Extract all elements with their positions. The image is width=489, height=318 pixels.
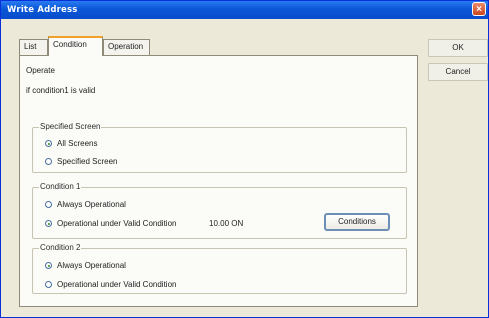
radio-off-icon	[45, 158, 52, 165]
condition1-group: Condition 1 Always Operational Operation…	[32, 182, 407, 239]
condition2-title: Condition 2	[39, 243, 82, 252]
radio-c2-valid-label: Operational under Valid Condition	[57, 280, 177, 289]
condition1-title: Condition 1	[39, 182, 82, 191]
close-icon[interactable]: ×	[472, 2, 486, 16]
title-bar[interactable]: Write Address ×	[1, 1, 488, 19]
condition2-group: Condition 2 Always Operational Operation…	[32, 243, 407, 294]
radio-off-icon	[45, 201, 52, 208]
radio-on-icon	[45, 140, 52, 147]
condition-tab-panel: Operate if condition1 is valid Specified…	[19, 55, 418, 307]
write-address-dialog: Write Address × List Condition Operation…	[0, 0, 489, 318]
radio-on-icon	[45, 262, 52, 269]
specified-screen-group: Specified Screen All Screens Specified S…	[32, 122, 407, 173]
radio-on-icon	[45, 220, 52, 227]
radio-c1-always[interactable]: Always Operational	[45, 200, 126, 209]
radio-c1-always-label: Always Operational	[57, 200, 126, 209]
radio-c1-valid-label: Operational under Valid Condition	[57, 219, 177, 228]
tab-condition-label: Condition	[53, 40, 87, 49]
radio-c1-valid[interactable]: Operational under Valid Condition	[45, 219, 176, 228]
radio-all-screens[interactable]: All Screens	[45, 139, 97, 148]
radio-specified-screen-label: Specified Screen	[57, 157, 118, 166]
tab-operation-label: Operation	[108, 42, 144, 51]
tab-list[interactable]: List	[19, 39, 48, 55]
condition1-value: 10.00 ON	[209, 219, 244, 228]
cancel-button[interactable]: Cancel	[428, 63, 488, 81]
radio-c2-valid[interactable]: Operational under Valid Condition	[45, 280, 176, 289]
operate-label: Operate	[26, 66, 55, 75]
radio-off-icon	[45, 281, 52, 288]
specified-screen-title: Specified Screen	[39, 122, 102, 131]
radio-all-screens-label: All Screens	[57, 139, 98, 148]
operate-text: if condition1 is valid	[26, 86, 96, 95]
tab-condition[interactable]: Condition	[48, 36, 103, 56]
radio-c2-always-label: Always Operational	[57, 261, 126, 270]
tab-operation[interactable]: Operation	[103, 39, 150, 55]
radio-c2-always[interactable]: Always Operational	[45, 261, 126, 270]
radio-specified-screen[interactable]: Specified Screen	[45, 157, 117, 166]
window-title: Write Address	[7, 5, 78, 15]
ok-button[interactable]: OK	[428, 39, 488, 57]
tab-list-label: List	[24, 42, 37, 51]
conditions-button[interactable]: Conditions	[324, 213, 390, 231]
